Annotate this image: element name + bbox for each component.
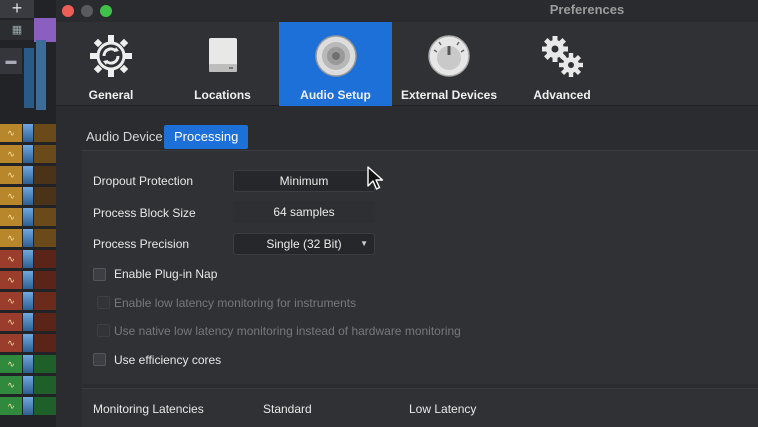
enable-plugin-nap-checkbox[interactable] <box>93 268 106 281</box>
toolbar-audio-setup-label: Audio Setup <box>300 88 371 102</box>
title-bar: Preferences <box>56 0 758 22</box>
processing-panel: Dropout Protection Minimum Process Block… <box>82 150 758 384</box>
native-low-latency-checkbox[interactable] <box>97 324 110 337</box>
daw-track-strip: + ▦ ▬ ∿ ∿ ∿ ∿ ∿ ∿ ∿ ∿ ∿ ∿ ∿ ∿ ∿ ∿ <box>0 0 56 427</box>
use-efficiency-cores-label: Use efficiency cores <box>114 353 222 367</box>
process-precision-label: Process Precision <box>93 237 190 251</box>
track-meter <box>23 250 33 268</box>
toolbar-general-label: General <box>88 88 134 102</box>
waveform-icon[interactable]: ∿ <box>0 250 22 268</box>
track-meter <box>23 376 33 394</box>
waveform-icon[interactable]: ∿ <box>0 166 22 184</box>
toolbar-advanced[interactable]: Advanced <box>506 22 618 106</box>
preferences-toolbar: General Locations Audio Setup External D… <box>56 22 758 106</box>
monitoring-latencies-heading: Monitoring Latencies <box>93 402 204 416</box>
preferences-window: Preferences General Locations Audio Setu… <box>56 0 758 427</box>
track-clip[interactable] <box>34 271 56 289</box>
waveform-icon[interactable]: ∿ <box>0 292 22 310</box>
track-meter <box>23 292 33 310</box>
use-efficiency-cores-checkbox[interactable] <box>93 353 106 366</box>
folder-icon[interactable]: ▬ <box>0 48 22 74</box>
speaker-icon <box>314 35 357 77</box>
process-block-size-label: Process Block Size <box>93 206 196 220</box>
gears-icon <box>542 36 583 77</box>
track-meter <box>23 166 33 184</box>
process-precision-dropdown[interactable]: Single (32 Bit) ▼ <box>233 233 375 255</box>
track-meter <box>23 208 33 226</box>
track-color-purple <box>34 18 56 42</box>
track-meter <box>23 145 33 163</box>
dropout-protection-dropdown[interactable]: Minimum <box>233 170 375 192</box>
tab-processing[interactable]: Processing <box>164 125 249 149</box>
toolbar-locations-label: Locations <box>194 88 251 102</box>
chevron-down-icon: ▼ <box>360 239 368 248</box>
dropout-protection-value: Minimum <box>279 174 329 188</box>
track-clip[interactable] <box>34 145 56 163</box>
monitoring-latencies-panel: Monitoring Latencies Standard Low Latenc… <box>82 388 758 427</box>
track-meter <box>23 313 33 331</box>
track-clip[interactable] <box>34 187 56 205</box>
process-block-size-value: 64 samples <box>233 201 375 223</box>
track-meter <box>23 397 33 415</box>
track-clip[interactable] <box>34 334 56 352</box>
waveform-icon[interactable]: ∿ <box>0 271 22 289</box>
waveform-icon[interactable]: ∿ <box>0 145 22 163</box>
track-clip[interactable] <box>34 313 56 331</box>
track-lane <box>36 40 46 110</box>
toolbar-external-devices-label: External Devices <box>400 88 498 102</box>
track-clip[interactable] <box>34 124 56 142</box>
waveform-icon[interactable]: ∿ <box>0 334 22 352</box>
waveform-icon[interactable]: ∿ <box>0 229 22 247</box>
drive-icon <box>208 38 237 72</box>
enable-plugin-nap-label: Enable Plug-in Nap <box>114 267 218 281</box>
low-latency-instruments-checkbox[interactable] <box>97 296 110 309</box>
process-precision-value: Single (32 Bit) <box>266 237 342 251</box>
knob-icon <box>428 35 470 77</box>
toolbar-general[interactable]: General <box>56 22 166 106</box>
window-title: Preferences <box>549 2 625 17</box>
track-meter <box>23 271 33 289</box>
toolbar-advanced-label: Advanced <box>533 88 591 102</box>
waveform-icon[interactable]: ∿ <box>0 355 22 373</box>
track-clip[interactable] <box>34 397 56 415</box>
track-meter <box>23 334 33 352</box>
track-meter <box>23 229 33 247</box>
waveform-icon[interactable]: ∿ <box>0 313 22 331</box>
track-meter <box>23 187 33 205</box>
track-clip[interactable] <box>34 229 56 247</box>
track-clip[interactable] <box>34 355 56 373</box>
gear-refresh-icon <box>90 35 132 77</box>
toolbar-external-devices[interactable]: External Devices <box>392 22 506 106</box>
track-clip[interactable] <box>34 208 56 226</box>
track-meter <box>23 124 33 142</box>
latency-col-low: Low Latency <box>409 402 477 416</box>
dropout-protection-label: Dropout Protection <box>93 174 194 188</box>
waveform-icon[interactable]: ∿ <box>0 187 22 205</box>
track-clip[interactable] <box>34 376 56 394</box>
track-clip[interactable] <box>34 166 56 184</box>
track-lane <box>24 48 34 108</box>
grid-icon[interactable]: ▦ <box>0 20 34 40</box>
toolbar-audio-setup[interactable]: Audio Setup <box>279 22 392 106</box>
track-clip[interactable] <box>34 292 56 310</box>
mouse-cursor-icon <box>367 166 384 190</box>
latency-col-standard: Standard <box>263 402 312 416</box>
waveform-icon[interactable]: ∿ <box>0 124 22 142</box>
track-meter <box>23 355 33 373</box>
add-track-button[interactable]: + <box>0 0 34 18</box>
audio-setup-pane: Audio Device Processing Dropout Protecti… <box>56 106 758 427</box>
native-low-latency-label: Use native low latency monitoring instea… <box>114 324 461 338</box>
waveform-icon[interactable]: ∿ <box>0 376 22 394</box>
low-latency-instruments-label: Enable low latency monitoring for instru… <box>114 296 357 310</box>
track-clip[interactable] <box>34 250 56 268</box>
waveform-icon[interactable]: ∿ <box>0 208 22 226</box>
tab-audio-device[interactable]: Audio Device <box>76 125 173 149</box>
toolbar-locations[interactable]: Locations <box>166 22 279 106</box>
waveform-icon[interactable]: ∿ <box>0 397 22 415</box>
